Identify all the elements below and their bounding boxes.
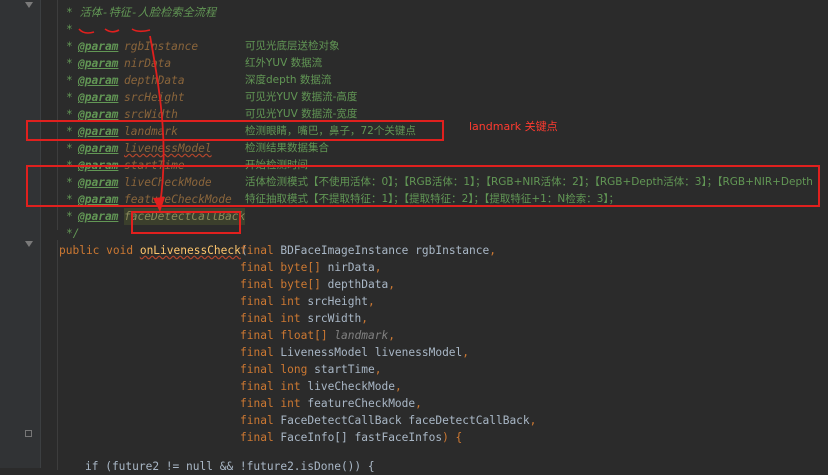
arrow-shaft [149, 35, 165, 206]
annotation-arrow [78, 28, 165, 212]
arrow-head-icon [153, 197, 165, 212]
title-underline-marks [78, 28, 151, 34]
